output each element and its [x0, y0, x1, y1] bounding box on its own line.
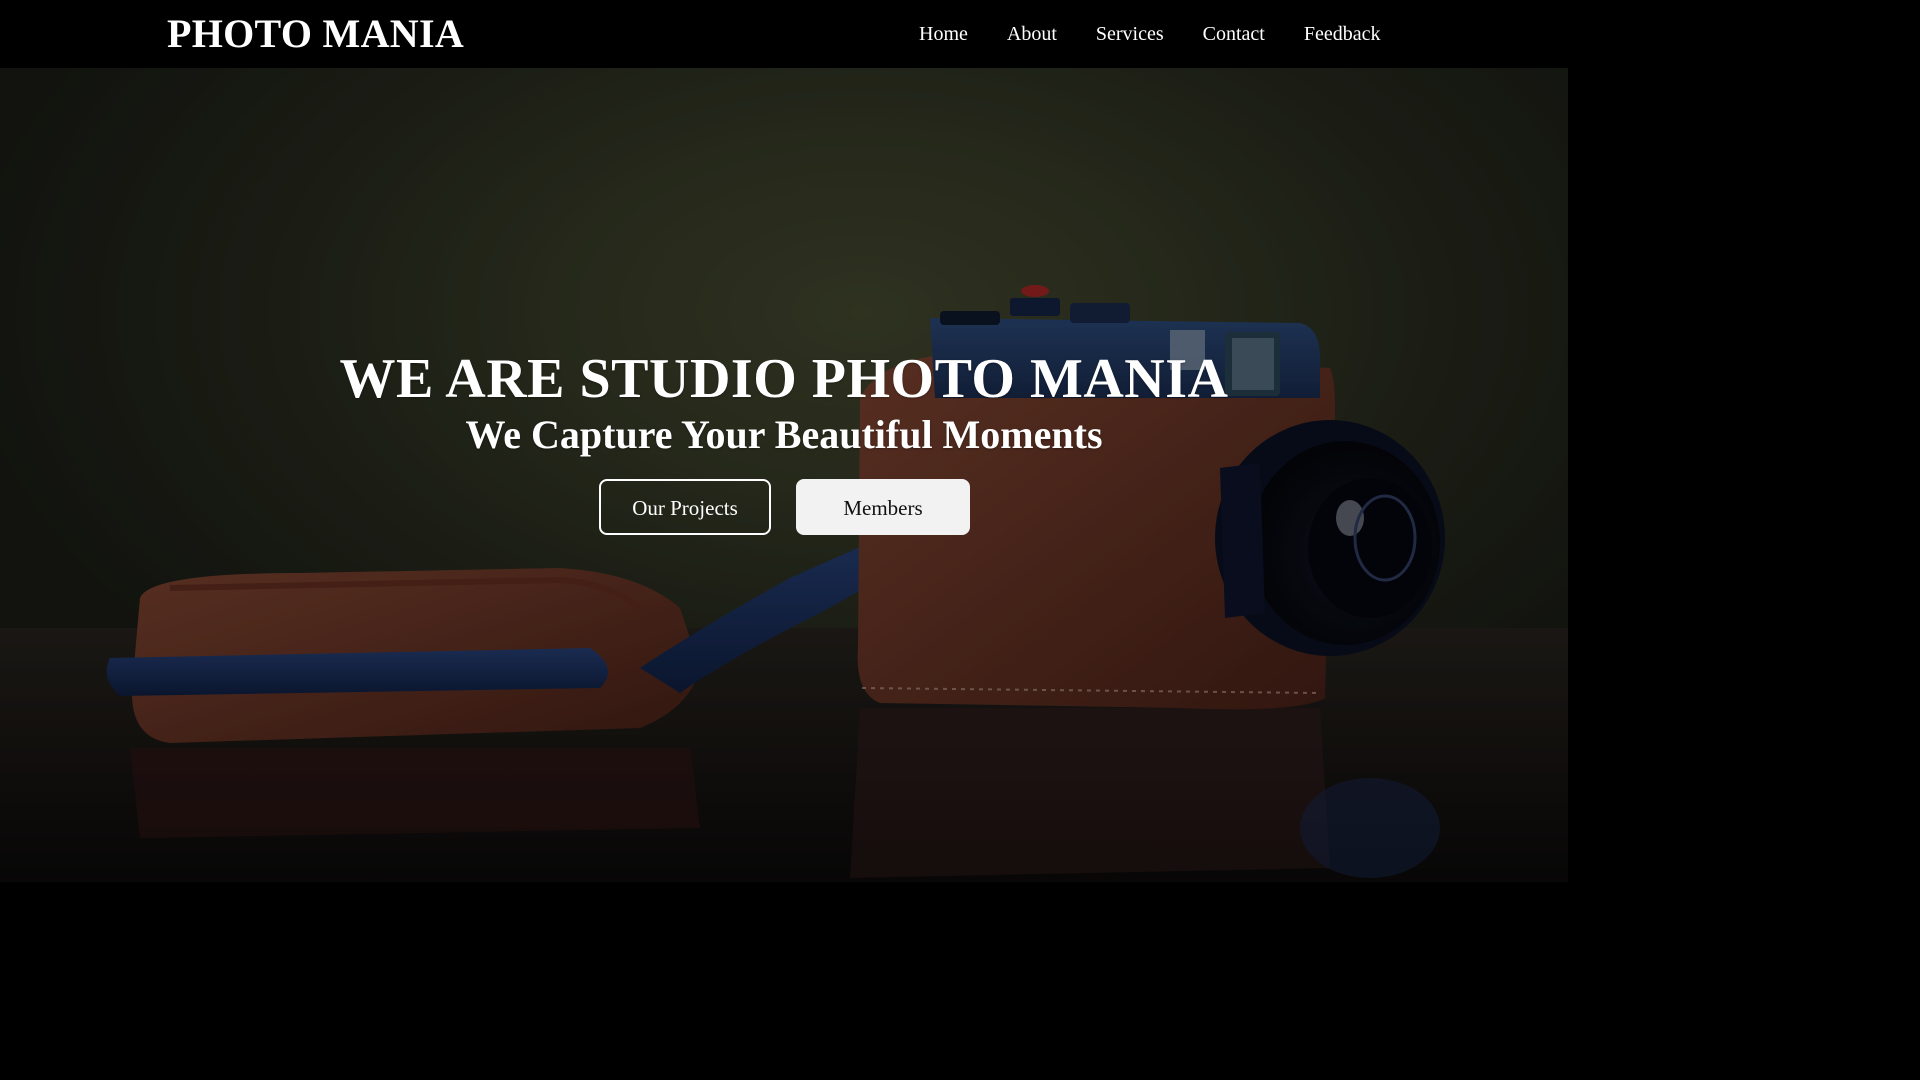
nav-link-home[interactable]: Home: [919, 21, 968, 47]
members-button[interactable]: Members: [796, 479, 970, 535]
our-projects-button[interactable]: Our Projects: [599, 479, 771, 535]
nav-menu: Home About Services Contact Feedback: [919, 21, 1381, 47]
nav-link-feedback[interactable]: Feedback: [1304, 21, 1381, 47]
navbar: PHOTO MANIA Home About Services Contact …: [0, 0, 1568, 68]
hero-section: WE ARE STUDIO PHOTO MANIA We Capture You…: [0, 68, 1568, 882]
nav-link-services[interactable]: Services: [1096, 21, 1164, 47]
hero-subtitle: We Capture Your Beautiful Moments: [465, 412, 1103, 457]
nav-link-contact[interactable]: Contact: [1203, 21, 1265, 47]
brand-logo[interactable]: PHOTO MANIA: [167, 12, 464, 56]
hero-overlay: [0, 68, 1568, 882]
hero-title: WE ARE STUDIO PHOTO MANIA: [339, 348, 1229, 410]
nav-link-about[interactable]: About: [1007, 21, 1057, 47]
